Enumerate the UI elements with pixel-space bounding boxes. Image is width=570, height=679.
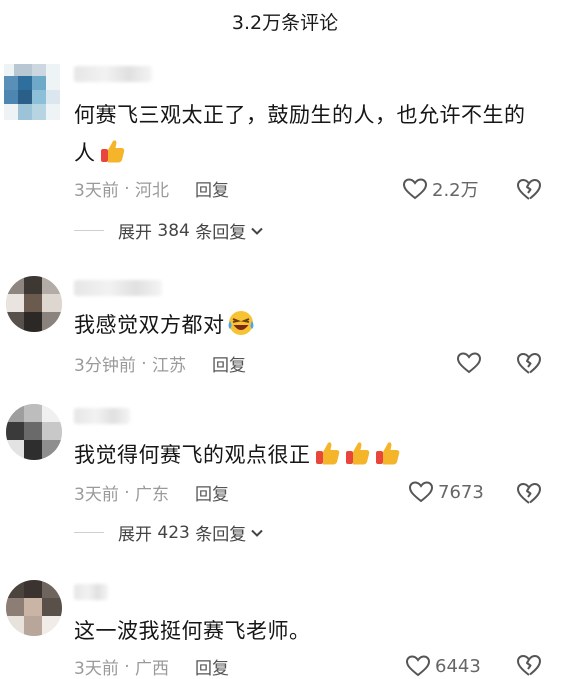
chevron-down-icon xyxy=(251,529,263,537)
laughing-crying-icon xyxy=(228,311,253,335)
heart-icon xyxy=(402,178,428,200)
broken-heart-icon[interactable] xyxy=(516,652,542,678)
reply-button[interactable]: 回复 xyxy=(195,654,229,679)
thumbs-up-icon xyxy=(375,442,399,465)
comment-location: 江苏 xyxy=(152,356,187,376)
heart-icon xyxy=(456,352,482,374)
heart-icon xyxy=(408,481,434,503)
reply-button[interactable]: 回复 xyxy=(195,480,229,505)
broken-heart-icon[interactable] xyxy=(516,480,542,506)
avatar[interactable] xyxy=(6,580,62,636)
like-count: 6443 xyxy=(435,655,481,677)
comment-location: 河北 xyxy=(135,181,170,201)
broken-heart-icon[interactable] xyxy=(516,176,542,202)
reply-button[interactable]: 回复 xyxy=(212,351,246,376)
divider xyxy=(74,532,104,533)
comment-text: 何赛飞三观太正了，鼓励生的人，也允许不生的人 xyxy=(74,103,526,165)
thumbs-up-icon xyxy=(100,140,124,163)
avatar[interactable] xyxy=(6,404,62,460)
comment-time: 3天前 xyxy=(74,181,119,201)
chevron-down-icon xyxy=(251,227,263,235)
username-redacted[interactable] xyxy=(74,66,152,82)
comment-text: 这一波我挺何赛飞老师。 xyxy=(74,619,311,643)
avatar[interactable] xyxy=(6,276,62,332)
comment-time: 3分钟前 xyxy=(74,356,136,376)
like-button[interactable]: 6443 xyxy=(405,654,481,678)
thumbs-up-icon xyxy=(345,442,369,465)
like-button[interactable]: 2.2万 xyxy=(402,176,479,202)
comment-meta: 3天前 · 河北 回复 xyxy=(74,176,229,202)
thumbs-up-icon xyxy=(315,442,339,465)
avatar[interactable] xyxy=(4,64,60,120)
broken-heart-icon[interactable] xyxy=(516,350,542,376)
divider xyxy=(74,230,104,231)
like-count: 7673 xyxy=(438,481,484,503)
comment-text: 我感觉双方都对 xyxy=(74,306,540,344)
comment-meta: 3天前 · 广西 回复 xyxy=(74,654,229,679)
heart-icon xyxy=(405,655,431,677)
comment-location: 广西 xyxy=(135,659,170,679)
expand-replies-button[interactable]: 展开 384 条回复 xyxy=(74,218,264,243)
expand-replies-button[interactable]: 展开 423 条回复 xyxy=(74,520,264,545)
comment-time: 3天前 xyxy=(74,485,119,505)
comment-location: 广东 xyxy=(135,485,170,505)
comment-meta: 3天前 · 广东 回复 xyxy=(74,480,229,506)
comments-header-title: 3.2万条评论 xyxy=(231,11,339,34)
comment-time: 3天前 xyxy=(74,659,119,679)
username-redacted[interactable] xyxy=(74,584,108,600)
username-redacted[interactable] xyxy=(74,408,130,424)
username-redacted[interactable] xyxy=(74,280,162,296)
comment-text: 我觉得何赛飞的观点很正 xyxy=(74,436,540,474)
like-count: 2.2万 xyxy=(432,180,479,201)
comment-meta: 3分钟前 · 江苏 回复 xyxy=(74,351,246,377)
like-button[interactable] xyxy=(456,351,482,375)
like-button[interactable]: 7673 xyxy=(408,480,484,504)
reply-button[interactable]: 回复 xyxy=(195,176,229,201)
